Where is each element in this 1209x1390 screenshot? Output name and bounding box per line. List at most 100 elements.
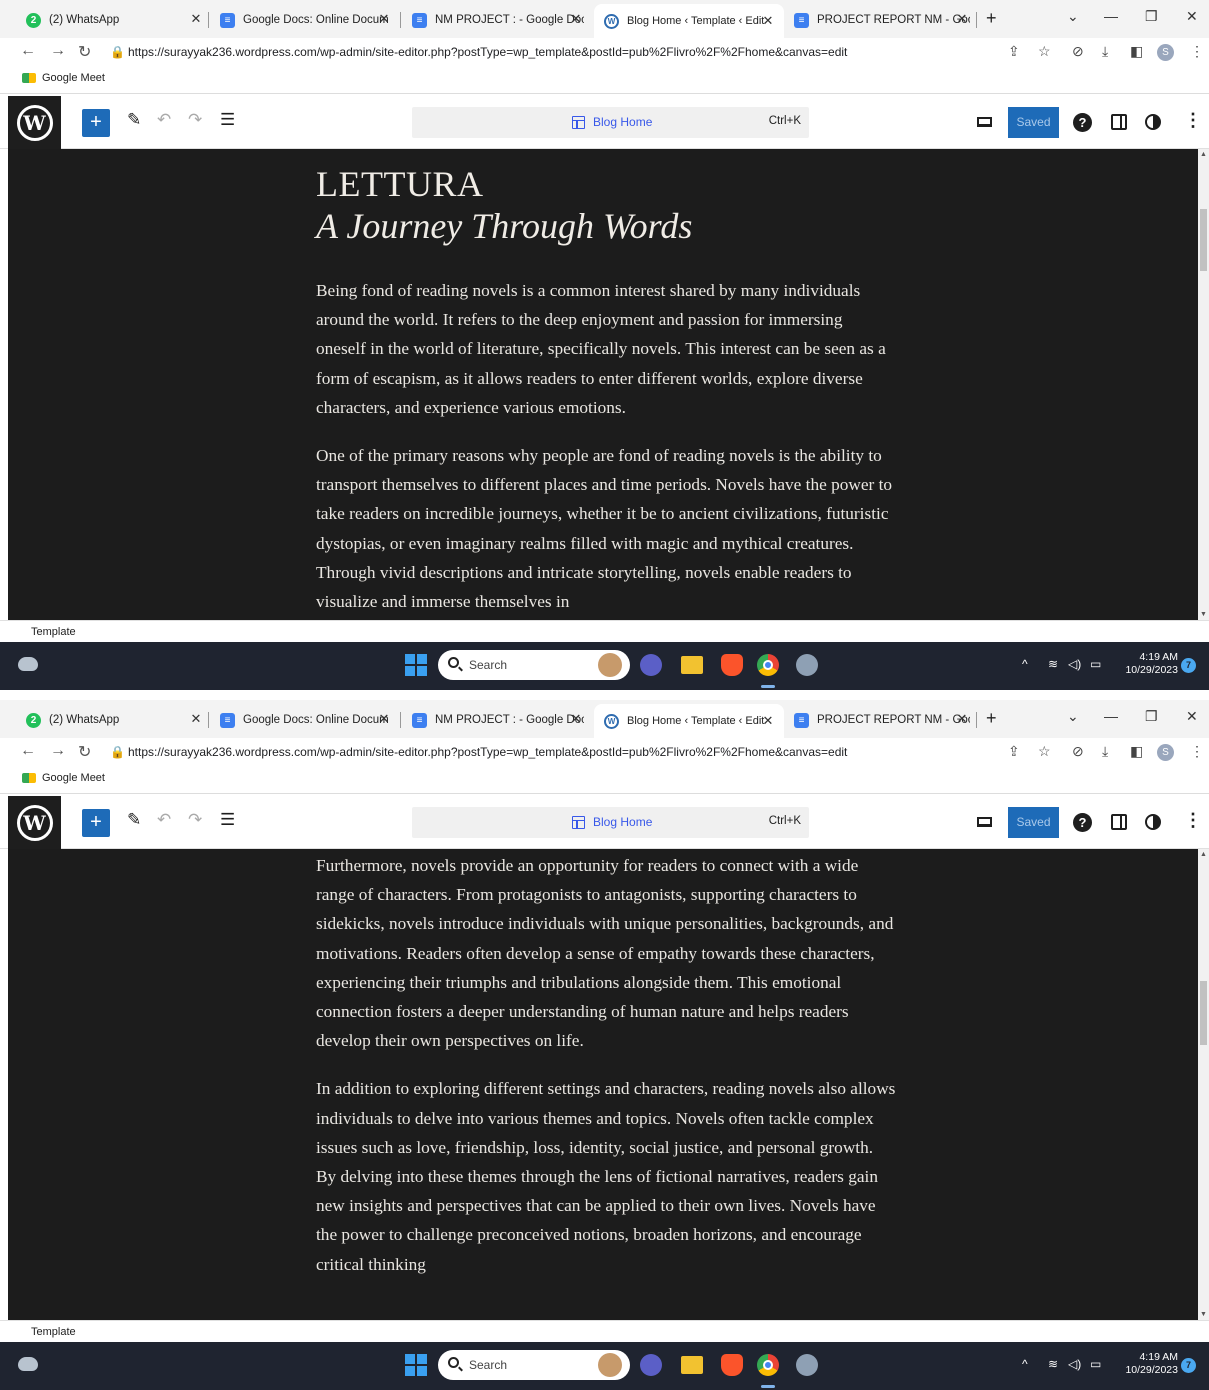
edit-tool-icon[interactable]: ✎ bbox=[127, 110, 141, 130]
settings-sidebar-icon[interactable] bbox=[1111, 114, 1127, 130]
chrome-icon[interactable] bbox=[757, 1354, 779, 1376]
settings-sidebar-icon[interactable] bbox=[1111, 814, 1127, 830]
teams-meet-icon[interactable] bbox=[640, 1354, 662, 1376]
close-icon[interactable]: ✕ bbox=[188, 11, 204, 27]
notification-badge[interactable]: 7 bbox=[1181, 658, 1196, 673]
tab-google-docs[interactable]: ≡ Google Docs: Online Docum ✕ bbox=[220, 8, 392, 32]
settings-icon[interactable] bbox=[796, 1354, 818, 1376]
tab-nm-project[interactable]: ≡ NM PROJECT : - Google Doc ✕ bbox=[412, 708, 584, 732]
profile-avatar[interactable]: S bbox=[1157, 44, 1174, 61]
extension-icon[interactable]: ⊘ bbox=[1072, 43, 1084, 60]
canvas-scrollbar[interactable]: ▲ ▼ bbox=[1198, 149, 1209, 620]
battery-icon[interactable]: ▭ bbox=[1090, 657, 1101, 671]
breadcrumb-template[interactable]: Template bbox=[31, 626, 76, 638]
close-icon[interactable]: ✕ bbox=[568, 711, 584, 727]
close-icon[interactable]: ✕ bbox=[188, 711, 204, 727]
chrome-icon[interactable] bbox=[757, 654, 779, 676]
scrollbar-thumb[interactable] bbox=[1200, 981, 1207, 1045]
add-block-button[interactable]: + bbox=[82, 809, 110, 837]
tab-search-icon[interactable]: ⌄ bbox=[1067, 708, 1079, 725]
new-tab-button[interactable]: + bbox=[986, 708, 997, 729]
extension-icon[interactable]: ⊘ bbox=[1072, 743, 1084, 760]
add-block-button[interactable]: + bbox=[82, 109, 110, 137]
start-button[interactable] bbox=[405, 654, 427, 676]
minimize-icon[interactable]: — bbox=[1104, 708, 1118, 724]
wordpress-logo-button[interactable]: W bbox=[8, 796, 61, 849]
tab-blog-home[interactable]: W Blog Home ‹ Template ‹ Edit ✕ bbox=[594, 4, 784, 38]
forward-icon[interactable]: → bbox=[50, 42, 66, 60]
paragraph[interactable]: One of the primary reasons why people ar… bbox=[316, 441, 896, 616]
editor-canvas[interactable]: LETTURA A Journey Through Words Being fo… bbox=[8, 149, 1198, 620]
restore-icon[interactable]: ❐ bbox=[1145, 708, 1158, 725]
undo-icon[interactable]: ↶ bbox=[157, 810, 171, 830]
close-icon[interactable]: ✕ bbox=[760, 13, 776, 29]
volume-icon[interactable]: ◁) bbox=[1068, 657, 1081, 671]
notification-badge[interactable]: 7 bbox=[1181, 1358, 1196, 1373]
restore-icon[interactable]: ❐ bbox=[1145, 8, 1158, 25]
download-icon[interactable]: ⤓ bbox=[1102, 43, 1108, 60]
bookmark-google-meet[interactable]: Google Meet bbox=[22, 772, 105, 784]
chevron-up-icon[interactable]: ^ bbox=[1022, 1357, 1028, 1371]
file-explorer-icon[interactable] bbox=[681, 656, 703, 674]
command-bar[interactable]: Blog Home Ctrl+K bbox=[412, 107, 809, 138]
star-icon[interactable]: ☆ bbox=[1038, 743, 1051, 760]
close-window-icon[interactable]: ✕ bbox=[1186, 708, 1198, 725]
bookmark-google-meet[interactable]: Google Meet bbox=[22, 72, 105, 84]
side-panel-icon[interactable]: ◧ bbox=[1130, 743, 1143, 760]
close-icon[interactable]: ✕ bbox=[954, 11, 970, 27]
redo-icon[interactable]: ↷ bbox=[188, 810, 202, 830]
document-overview-icon[interactable]: ☰ bbox=[220, 810, 235, 830]
taskbar-clock[interactable]: 4:19 AM 10/29/2023 bbox=[1118, 1351, 1178, 1377]
brave-browser-icon[interactable] bbox=[721, 1354, 743, 1376]
minimize-icon[interactable]: — bbox=[1104, 8, 1118, 24]
tab-project-report[interactable]: ≡ PROJECT REPORT NM - Goo ✕ bbox=[794, 8, 970, 32]
share-icon[interactable]: ⇪ bbox=[1008, 743, 1020, 760]
menu-icon[interactable]: ⋮ bbox=[1190, 43, 1204, 60]
wordpress-logo-button[interactable]: W bbox=[8, 96, 61, 149]
document-overview-icon[interactable]: ☰ bbox=[220, 110, 235, 130]
brave-browser-icon[interactable] bbox=[721, 654, 743, 676]
device-preview-icon[interactable] bbox=[977, 817, 992, 827]
site-tagline[interactable]: A Journey Through Words bbox=[316, 204, 896, 248]
volume-icon[interactable]: ◁) bbox=[1068, 1357, 1081, 1371]
menu-icon[interactable]: ⋮ bbox=[1190, 743, 1204, 760]
close-icon[interactable]: ✕ bbox=[568, 11, 584, 27]
tab-project-report[interactable]: ≡ PROJECT REPORT NM - Goo ✕ bbox=[794, 708, 970, 732]
profile-avatar[interactable]: S bbox=[1157, 744, 1174, 761]
chevron-up-icon[interactable]: ^ bbox=[1022, 657, 1028, 671]
side-panel-icon[interactable]: ◧ bbox=[1130, 43, 1143, 60]
share-icon[interactable]: ⇪ bbox=[1008, 43, 1020, 60]
tab-google-docs[interactable]: ≡ Google Docs: Online Docum ✕ bbox=[220, 708, 392, 732]
battery-icon[interactable]: ▭ bbox=[1090, 1357, 1101, 1371]
scroll-down-icon[interactable]: ▼ bbox=[1200, 1311, 1207, 1318]
saved-button[interactable]: Saved bbox=[1008, 107, 1059, 138]
breadcrumb-template[interactable]: Template bbox=[31, 1326, 76, 1338]
taskbar-clock[interactable]: 4:19 AM 10/29/2023 bbox=[1118, 651, 1178, 677]
redo-icon[interactable]: ↷ bbox=[188, 110, 202, 130]
reload-icon[interactable]: ↻ bbox=[78, 742, 91, 762]
close-icon[interactable]: ✕ bbox=[954, 711, 970, 727]
options-menu-icon[interactable]: ⋮ bbox=[1184, 110, 1202, 131]
taskbar-search[interactable]: Search bbox=[438, 650, 630, 680]
paragraph[interactable]: Being fond of reading novels is a common… bbox=[316, 276, 896, 422]
back-icon[interactable]: ← bbox=[20, 742, 36, 760]
teams-meet-icon[interactable] bbox=[640, 654, 662, 676]
styles-icon[interactable] bbox=[1145, 814, 1161, 830]
tab-nm-project[interactable]: ≡ NM PROJECT : - Google Doc ✕ bbox=[412, 8, 584, 32]
forward-icon[interactable]: → bbox=[50, 742, 66, 760]
site-title[interactable]: LETTURA bbox=[316, 164, 896, 204]
weather-icon[interactable] bbox=[18, 1357, 38, 1371]
settings-icon[interactable] bbox=[796, 654, 818, 676]
undo-icon[interactable]: ↶ bbox=[157, 110, 171, 130]
tab-whatsapp[interactable]: 2 (2) WhatsApp ✕ bbox=[26, 708, 204, 732]
scrollbar-thumb[interactable] bbox=[1200, 209, 1207, 271]
styles-icon[interactable] bbox=[1145, 114, 1161, 130]
paragraph[interactable]: In addition to exploring different setti… bbox=[316, 1074, 896, 1278]
download-icon[interactable]: ⤓ bbox=[1102, 743, 1108, 760]
edit-tool-icon[interactable]: ✎ bbox=[127, 810, 141, 830]
tab-whatsapp[interactable]: 2 (2) WhatsApp ✕ bbox=[26, 8, 204, 32]
wifi-icon[interactable]: ≋ bbox=[1048, 657, 1058, 671]
wifi-icon[interactable]: ≋ bbox=[1048, 1357, 1058, 1371]
scroll-up-icon[interactable]: ▲ bbox=[1200, 851, 1207, 858]
options-menu-icon[interactable]: ⋮ bbox=[1184, 810, 1202, 831]
